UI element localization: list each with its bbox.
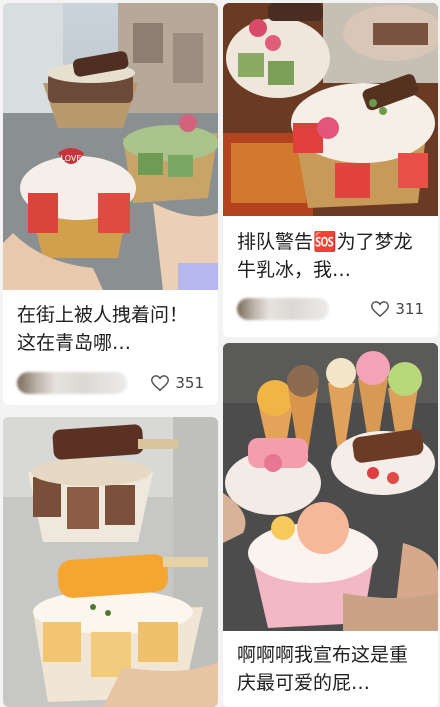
- card-1-like-count: 351: [175, 374, 204, 392]
- feed-card-3[interactable]: [3, 417, 218, 707]
- card-2-meta: 311: [237, 296, 424, 322]
- card-1-title[interactable]: 在街上被人拽着问！这在青岛哪…: [17, 301, 206, 357]
- card-2-like-button[interactable]: 311: [371, 296, 424, 322]
- card-2-title[interactable]: 排队警告🆘为了梦龙牛乳冰，我…: [237, 228, 426, 284]
- feed-card-1[interactable]: LOVE 在街上被人拽着问！这在青岛哪… 351: [3, 3, 218, 405]
- heart-outline-icon: [151, 375, 170, 391]
- card-4-photo[interactable]: [223, 343, 438, 631]
- card-1-meta: 351: [17, 370, 204, 396]
- heart-outline-icon: [371, 301, 390, 317]
- card-1-author-avatar[interactable]: [17, 372, 127, 394]
- card-1-like-button[interactable]: 351: [151, 370, 204, 396]
- feed-card-2[interactable]: 排队警告🆘为了梦龙牛乳冰，我… 311: [223, 3, 438, 337]
- card-2-like-count: 311: [395, 300, 424, 318]
- card-1-photo[interactable]: LOVE: [3, 3, 218, 290]
- card-2-author-avatar[interactable]: [237, 298, 329, 320]
- card-2-photo[interactable]: [223, 3, 438, 216]
- svg-text:LOVE: LOVE: [61, 154, 82, 163]
- card-4-title[interactable]: 啊啊啊我宣布这是重庆最可爱的屁…: [237, 641, 426, 697]
- card-3-photo[interactable]: [3, 417, 218, 707]
- feed-card-4[interactable]: 啊啊啊我宣布这是重庆最可爱的屁…: [223, 343, 438, 707]
